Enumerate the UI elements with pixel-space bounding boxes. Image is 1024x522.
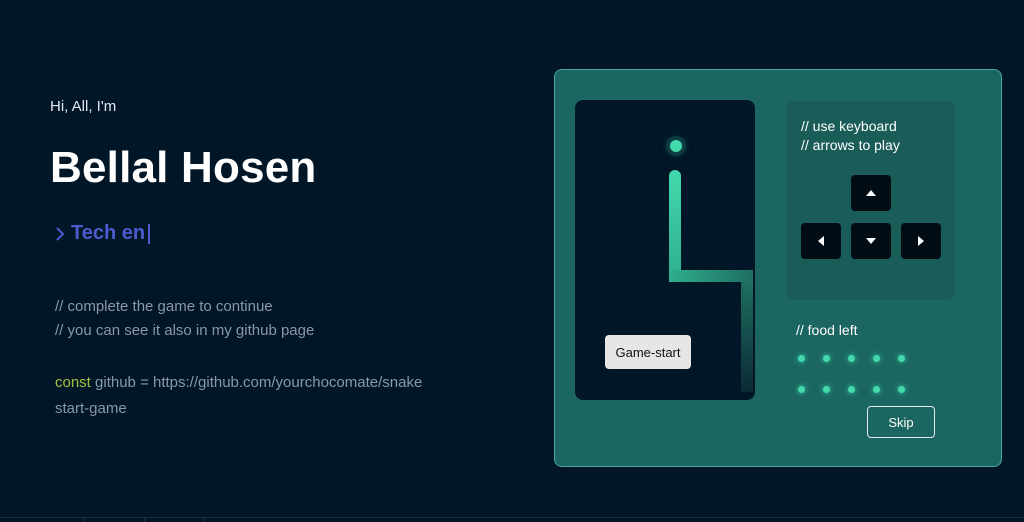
food-dot	[898, 355, 905, 362]
game-panel: Game-start // use keyboard // arrows to …	[554, 69, 1002, 467]
food-dot	[873, 386, 880, 393]
controls-box: // use keyboard // arrows to play	[786, 101, 955, 300]
arrow-up-icon	[866, 190, 876, 196]
code-line: const github = https://github.com/yourch…	[55, 374, 422, 391]
chevron-right-icon	[56, 226, 65, 241]
comment-line: // you can see it also in my github page	[55, 322, 315, 339]
arrow-left-key[interactable]	[801, 223, 841, 259]
food-dot	[798, 386, 805, 393]
food-dot	[823, 386, 830, 393]
arrow-down-icon	[866, 238, 876, 244]
role-line: Tech en	[55, 222, 151, 245]
arrow-right-icon	[918, 236, 924, 246]
footer-tab-divider	[144, 517, 145, 522]
intro: Hi, All, I'm	[50, 98, 116, 115]
skip-button[interactable]: Skip	[867, 406, 935, 438]
role-text: Tech en	[71, 222, 146, 244]
code-line-2: start-game	[55, 400, 127, 417]
snake-body	[669, 270, 753, 282]
code-keyword: const	[55, 374, 91, 391]
game-board[interactable]: Game-start	[575, 100, 755, 400]
food-dot	[873, 355, 880, 362]
footer-tab-divider	[84, 517, 85, 522]
food-dot	[898, 386, 905, 393]
arrow-up-key[interactable]	[851, 175, 891, 211]
hero-name: Bellal Hosen	[50, 143, 317, 192]
code-github-link[interactable]: github = https://github.com/yourchocomat…	[91, 374, 422, 391]
greeting: Hi, All, I'm	[50, 98, 117, 115]
comment-line: // complete the game to continue	[55, 298, 273, 315]
snake-tail	[741, 282, 753, 392]
food-dot	[848, 386, 855, 393]
food-dot	[823, 355, 830, 362]
snake-body	[669, 170, 681, 280]
footer-divider	[0, 517, 1024, 518]
footer-tab-divider	[203, 517, 204, 522]
arrow-down-key[interactable]	[851, 223, 891, 259]
arrow-left-icon	[818, 236, 824, 246]
arrow-right-key[interactable]	[901, 223, 941, 259]
food-dot	[848, 355, 855, 362]
instruction-line: // use keyboard	[801, 118, 897, 134]
food-dot	[798, 355, 805, 362]
food-icon	[670, 140, 682, 152]
food-left-label: // food left	[796, 322, 858, 338]
instruction-line: // arrows to play	[801, 137, 900, 153]
text-cursor	[148, 223, 151, 244]
game-start-button[interactable]: Game-start	[605, 335, 691, 369]
